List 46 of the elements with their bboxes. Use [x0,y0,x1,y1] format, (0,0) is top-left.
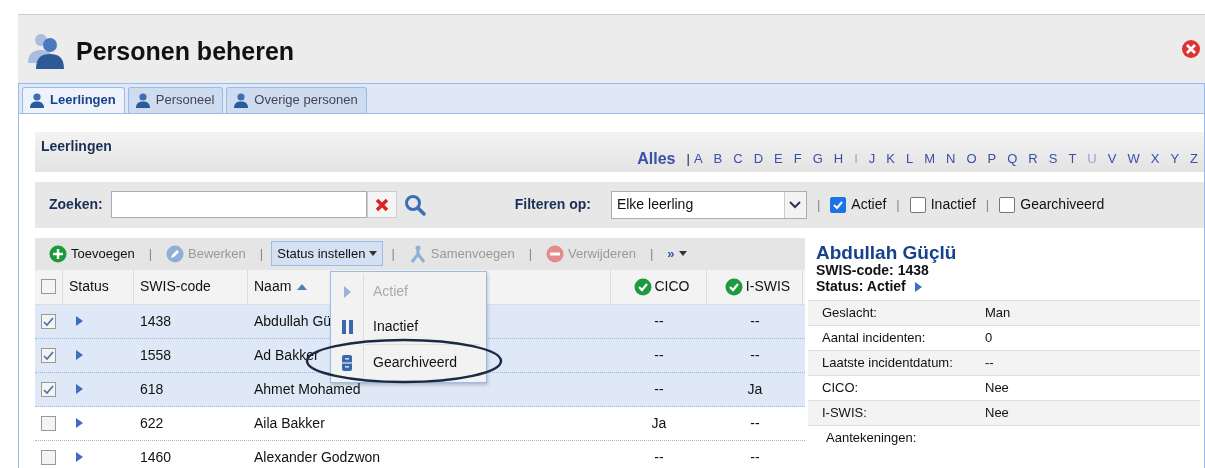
table-cell-text: -- [750,345,760,365]
table-cell-text: -- [654,379,664,399]
field-label: Laatste incidentdatum: [822,354,954,373]
table-cell-text: -- [750,447,760,467]
separator-text: | [391,244,395,263]
field-label: CICO: [822,379,860,398]
search-label: Zoeken: [49,195,103,214]
field-label: Aantal incidenten: [822,329,927,348]
field-value: Nee [985,379,1009,398]
notes-label: Aantekeningen: [826,429,917,448]
field-value: 0 [985,329,993,348]
table-cell-text: 1438 [140,311,172,331]
separator-text: | [686,149,690,168]
section-title: Leerlingen [41,136,112,156]
field-value: -- [985,354,994,373]
separator-text: | [985,195,990,214]
table-cell-text: Ja [651,413,667,433]
table-cell-text: Ahmet Mohamed [254,379,361,399]
separator-text: | [816,195,821,214]
swis-code-text: SWIS-code: 1438 [816,263,929,279]
table-cell-text: -- [750,311,760,331]
page-title: Personen beheren [76,36,295,66]
table-cell-text: Alexander Godzwon [254,447,381,467]
field-value: Nee [985,404,1009,423]
table-cell-text: -- [750,413,760,433]
table-cell-text: Ja [747,379,763,399]
field-value: Man [985,304,1011,323]
separator-text: | [649,244,654,263]
separator-text: | [259,244,264,263]
table-cell-text: Aila Bakker [254,413,325,433]
separator-text: | [528,244,532,263]
table-cell-text: 1558 [140,345,172,365]
status-text: Status: Actief [816,278,906,295]
field-label: Geslacht: [822,304,878,323]
table-cell-text: 622 [140,413,164,433]
table-cell-text: Abdullah Gü [254,311,332,331]
person-name: Abdullah Güçlü [816,242,958,264]
table-cell-text: -- [654,447,664,467]
separator-text: | [148,244,152,263]
filter-label: Filteren op: [514,195,591,214]
table-cell-text: 1460 [140,447,172,467]
table-cell-text: -- [654,345,664,365]
field-label: I-SWIS: [822,404,868,423]
table-cell-text: 618 [140,379,164,399]
table-cell-text: -- [654,311,664,331]
separator-text: | [896,195,900,214]
